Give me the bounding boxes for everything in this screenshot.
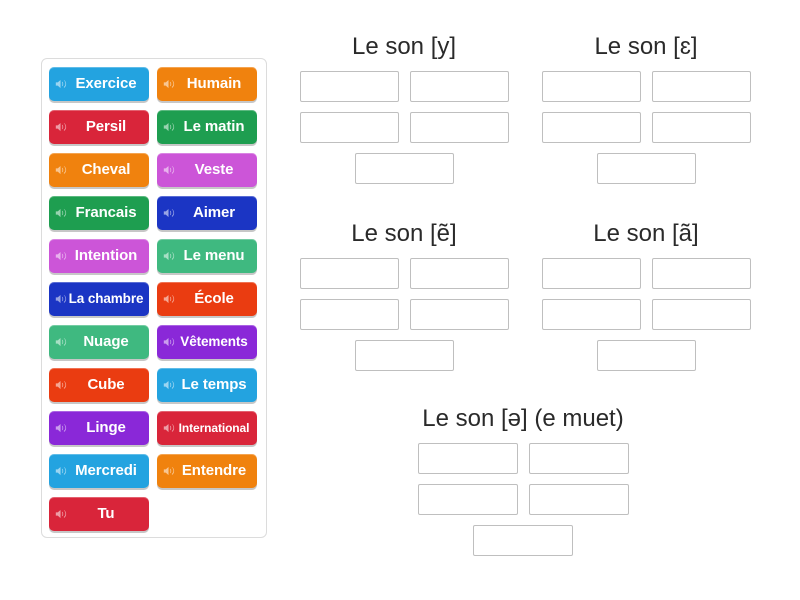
category-title: Le son [ẽ]	[351, 220, 457, 247]
category-title: Le son [y]	[351, 33, 457, 60]
speaker-icon[interactable]	[55, 164, 68, 177]
drop-zone[interactable]	[596, 153, 696, 184]
drop-zone[interactable]	[409, 258, 509, 289]
speaker-icon[interactable]	[55, 207, 68, 220]
word-tile[interactable]: Nuage	[49, 325, 149, 359]
word-tile-bank: Exercice Humain Persil Le matin Cheval Veste F…	[41, 58, 267, 538]
drop-zone[interactable]	[417, 443, 518, 474]
drop-zone[interactable]	[473, 525, 573, 556]
drop-zone[interactable]	[528, 443, 629, 474]
drop-zone[interactable]	[541, 71, 641, 102]
drop-zone[interactable]	[354, 340, 454, 371]
drop-zone[interactable]	[354, 153, 454, 184]
word-tile[interactable]: Intention	[49, 239, 149, 273]
word-tile[interactable]: International	[157, 411, 257, 445]
category-son-schwa: Le son [ə] (e muet)	[373, 404, 673, 556]
drop-zone[interactable]	[528, 484, 629, 515]
word-tile[interactable]: Mercredi	[49, 454, 149, 488]
word-tile[interactable]: Exercice	[49, 67, 149, 101]
drop-zone[interactable]	[541, 299, 641, 330]
drop-zone[interactable]	[409, 71, 509, 102]
drop-zone[interactable]	[651, 112, 751, 143]
drop-zone[interactable]	[299, 258, 399, 289]
speaker-icon[interactable]	[55, 336, 68, 349]
drop-zone[interactable]	[299, 299, 399, 330]
drop-zone[interactable]	[417, 484, 518, 515]
speaker-icon[interactable]	[163, 465, 176, 478]
category-son-epsilon: Le son [ɛ]	[541, 32, 751, 184]
word-tile[interactable]: Cheval	[49, 153, 149, 187]
drop-zone[interactable]	[299, 71, 399, 102]
word-tile[interactable]: Vêtements	[157, 325, 257, 359]
word-tile[interactable]: Aimer	[157, 196, 257, 230]
drop-zone[interactable]	[651, 71, 751, 102]
word-tile[interactable]: Veste	[157, 153, 257, 187]
word-tile[interactable]: La chambre	[49, 282, 149, 316]
word-tile[interactable]: Tu	[49, 497, 149, 531]
speaker-icon[interactable]	[55, 465, 68, 478]
word-tile[interactable]: Humain	[157, 67, 257, 101]
drop-zone[interactable]	[541, 258, 641, 289]
category-son-y: Le son [y]	[299, 32, 509, 184]
word-tile[interactable]: Le temps	[157, 368, 257, 402]
drop-zone[interactable]	[596, 340, 696, 371]
speaker-icon[interactable]	[163, 336, 176, 349]
drop-zone[interactable]	[651, 299, 751, 330]
category-son-e-nasal: Le son [ẽ]	[299, 219, 509, 371]
speaker-icon[interactable]	[55, 379, 68, 392]
speaker-icon[interactable]	[163, 422, 176, 435]
word-tile[interactable]: Persil	[49, 110, 149, 144]
drop-zone-group	[299, 71, 509, 184]
speaker-icon[interactable]	[163, 121, 176, 134]
word-tile[interactable]: Linge	[49, 411, 149, 445]
speaker-icon[interactable]	[55, 422, 68, 435]
speaker-icon[interactable]	[163, 379, 176, 392]
drop-zone-group	[299, 258, 509, 371]
word-tile[interactable]: Francais	[49, 196, 149, 230]
word-tile[interactable]: École	[157, 282, 257, 316]
drop-zone-group	[541, 258, 751, 371]
category-title: Le son [ɛ]	[594, 33, 698, 60]
word-tile[interactable]: Le menu	[157, 239, 257, 273]
speaker-icon[interactable]	[163, 164, 176, 177]
tile-grid: Exercice Humain Persil Le matin Cheval Veste F…	[49, 67, 259, 531]
speaker-icon[interactable]	[55, 508, 68, 521]
category-title: Le son [ə] (e muet)	[422, 405, 624, 432]
speaker-icon[interactable]	[55, 293, 68, 306]
drop-zone[interactable]	[299, 112, 399, 143]
speaker-icon[interactable]	[163, 250, 176, 263]
speaker-icon[interactable]	[55, 121, 68, 134]
drop-zone[interactable]	[541, 112, 641, 143]
speaker-icon[interactable]	[55, 250, 68, 263]
drop-zone[interactable]	[651, 258, 751, 289]
drop-zone[interactable]	[409, 112, 509, 143]
speaker-icon[interactable]	[55, 78, 68, 91]
category-title: Le son [ã]	[593, 220, 699, 247]
speaker-icon[interactable]	[163, 293, 176, 306]
word-tile[interactable]: Entendre	[157, 454, 257, 488]
group-sort-activity: Exercice Humain Persil Le matin Cheval Veste F…	[0, 0, 800, 600]
category-son-a-nasal: Le son [ã]	[541, 219, 751, 371]
speaker-icon[interactable]	[163, 207, 176, 220]
word-tile[interactable]: Le matin	[157, 110, 257, 144]
word-tile[interactable]: Cube	[49, 368, 149, 402]
drop-zone-group	[373, 443, 673, 556]
drop-zone[interactable]	[409, 299, 509, 330]
drop-zone-group	[541, 71, 751, 184]
speaker-icon[interactable]	[163, 78, 176, 91]
